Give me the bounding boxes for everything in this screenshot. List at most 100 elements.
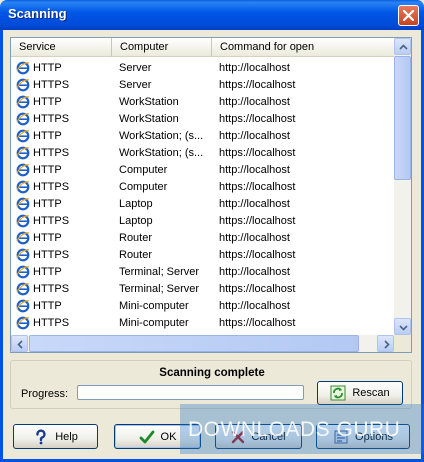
computer-cell: WorkStation; (s...	[119, 146, 204, 159]
progress-label: Progress:	[21, 388, 69, 400]
chevron-left-icon	[17, 340, 23, 349]
horizontal-scroll-thumb[interactable]	[29, 335, 359, 352]
service-text: HTTP	[33, 197, 62, 210]
table-row[interactable]: HTTPS Laptop https://localhost	[11, 212, 394, 229]
vertical-scroll-thumb[interactable]	[394, 56, 411, 180]
command-cell: https://localhost	[219, 112, 296, 125]
computer-cell: Terminal; Server	[119, 282, 200, 295]
computer-cell: WorkStation; (s...	[119, 129, 204, 142]
ok-label: OK	[160, 430, 177, 443]
scroll-up-button[interactable]	[394, 38, 411, 55]
table-row[interactable]: HTTPS Router https://localhost	[11, 246, 394, 263]
help-button[interactable]: Help	[13, 424, 98, 449]
service-text: HTTPS	[33, 146, 70, 159]
ie-icon	[16, 180, 30, 193]
service-cell: HTTP	[11, 265, 112, 279]
command-cell: https://localhost	[219, 180, 296, 193]
list-header: Service Computer Command for open	[11, 38, 394, 57]
table-row[interactable]: HTTP Router http://localhost	[11, 229, 394, 246]
table-row[interactable]: HTTP Mini-computer http://localhost	[11, 297, 394, 314]
ie-icon	[16, 197, 30, 210]
chevron-right-icon	[384, 340, 390, 349]
computer-cell: WorkStation	[119, 112, 179, 125]
ie-icon	[16, 282, 30, 295]
service-text: HTTPS	[33, 214, 70, 227]
command-cell: http://localhost	[219, 129, 290, 142]
table-row[interactable]: HTTP Computer http://localhost	[11, 161, 394, 178]
service-cell: HTTP	[11, 197, 112, 211]
ie-icon	[16, 112, 30, 125]
table-row[interactable]: HTTP WorkStation http://localhost	[11, 93, 394, 110]
command-cell: http://localhost	[219, 163, 290, 176]
service-cell: HTTP	[11, 299, 112, 313]
scrollbar-corner	[394, 335, 411, 352]
vertical-scrollbar[interactable]	[394, 38, 411, 335]
close-button[interactable]	[398, 5, 419, 26]
table-row[interactable]: HTTPS Server https://localhost	[11, 76, 394, 93]
service-cell: HTTPS	[11, 214, 112, 228]
ie-icon	[16, 316, 30, 329]
service-text: HTTP	[33, 61, 62, 74]
results-list[interactable]: Service Computer Command for open HTTP Se…	[10, 37, 412, 353]
horizontal-scrollbar[interactable]	[11, 335, 394, 352]
computer-cell: Mini-computer	[119, 299, 189, 312]
service-cell: HTTP	[11, 95, 112, 109]
service-cell: HTTPS	[11, 180, 112, 194]
command-cell: https://localhost	[219, 282, 296, 295]
close-icon	[403, 10, 414, 21]
service-cell: HTTPS	[11, 248, 112, 262]
ie-icon	[16, 61, 30, 74]
column-header-computer[interactable]: Computer	[112, 38, 212, 57]
column-header-command[interactable]: Command for open	[212, 38, 394, 57]
status-group: Scanning complete Progress: Rescan	[10, 360, 412, 409]
rescan-button[interactable]: Rescan	[317, 381, 403, 405]
service-text: HTTPS	[33, 78, 70, 91]
scroll-right-button[interactable]	[377, 335, 394, 352]
command-cell: https://localhost	[219, 214, 296, 227]
table-row[interactable]: HTTPS WorkStation; (s... https://localhost	[11, 144, 394, 161]
command-cell: http://localhost	[219, 299, 290, 312]
table-row[interactable]: HTTP Server http://localhost	[11, 59, 394, 76]
computer-cell: Computer	[119, 163, 168, 176]
command-cell: http://localhost	[219, 197, 290, 210]
progress-bar	[77, 385, 304, 400]
list-rows: HTTP Server http://localhost HTTPS Server htt…	[11, 59, 394, 331]
computer-cell: Laptop	[119, 197, 153, 210]
computer-cell: Router	[119, 248, 153, 261]
computer-cell: Server	[119, 78, 152, 91]
service-cell: HTTPS	[11, 146, 112, 160]
scroll-down-button[interactable]	[394, 318, 411, 335]
service-cell: HTTP	[11, 231, 112, 245]
service-cell: HTTP	[11, 61, 112, 75]
ie-icon	[16, 78, 30, 91]
table-row[interactable]: HTTP Laptop http://localhost	[11, 195, 394, 212]
scroll-left-button[interactable]	[11, 335, 28, 352]
command-cell: http://localhost	[219, 231, 290, 244]
watermark: DOWNLOADS GURU	[180, 404, 424, 454]
table-row[interactable]: HTTP Terminal; Server http://localhost	[11, 263, 394, 280]
table-row[interactable]: HTTPS Terminal; Server https://localhost	[11, 280, 394, 297]
service-cell: HTTPS	[11, 282, 112, 296]
service-cell: HTTPS	[11, 78, 112, 92]
service-text: HTTP	[33, 299, 62, 312]
table-row[interactable]: HTTPS WorkStation https://localhost	[11, 110, 394, 127]
command-cell: http://localhost	[219, 265, 290, 278]
column-header-service[interactable]: Service	[11, 38, 112, 57]
computer-cell: Mini-computer	[119, 316, 189, 329]
chevron-down-icon	[399, 325, 408, 331]
command-cell: https://localhost	[219, 78, 296, 91]
chevron-up-icon	[399, 44, 408, 50]
service-cell: HTTP	[11, 129, 112, 143]
table-row[interactable]: HTTP WorkStation; (s... http://localhost	[11, 127, 394, 144]
command-cell: https://localhost	[219, 146, 296, 159]
computer-cell: Computer	[119, 180, 168, 193]
help-label: Help	[55, 430, 78, 443]
table-row[interactable]: HTTPS Computer https://localhost	[11, 178, 394, 195]
table-row[interactable]: HTTPS Mini-computer https://localhost	[11, 314, 394, 331]
computer-cell: Laptop	[119, 214, 153, 227]
service-cell: HTTPS	[11, 112, 112, 126]
service-text: HTTPS	[33, 112, 70, 125]
computer-cell: Router	[119, 231, 153, 244]
window-title: Scanning	[8, 6, 67, 21]
title-bar: Scanning	[0, 0, 424, 30]
